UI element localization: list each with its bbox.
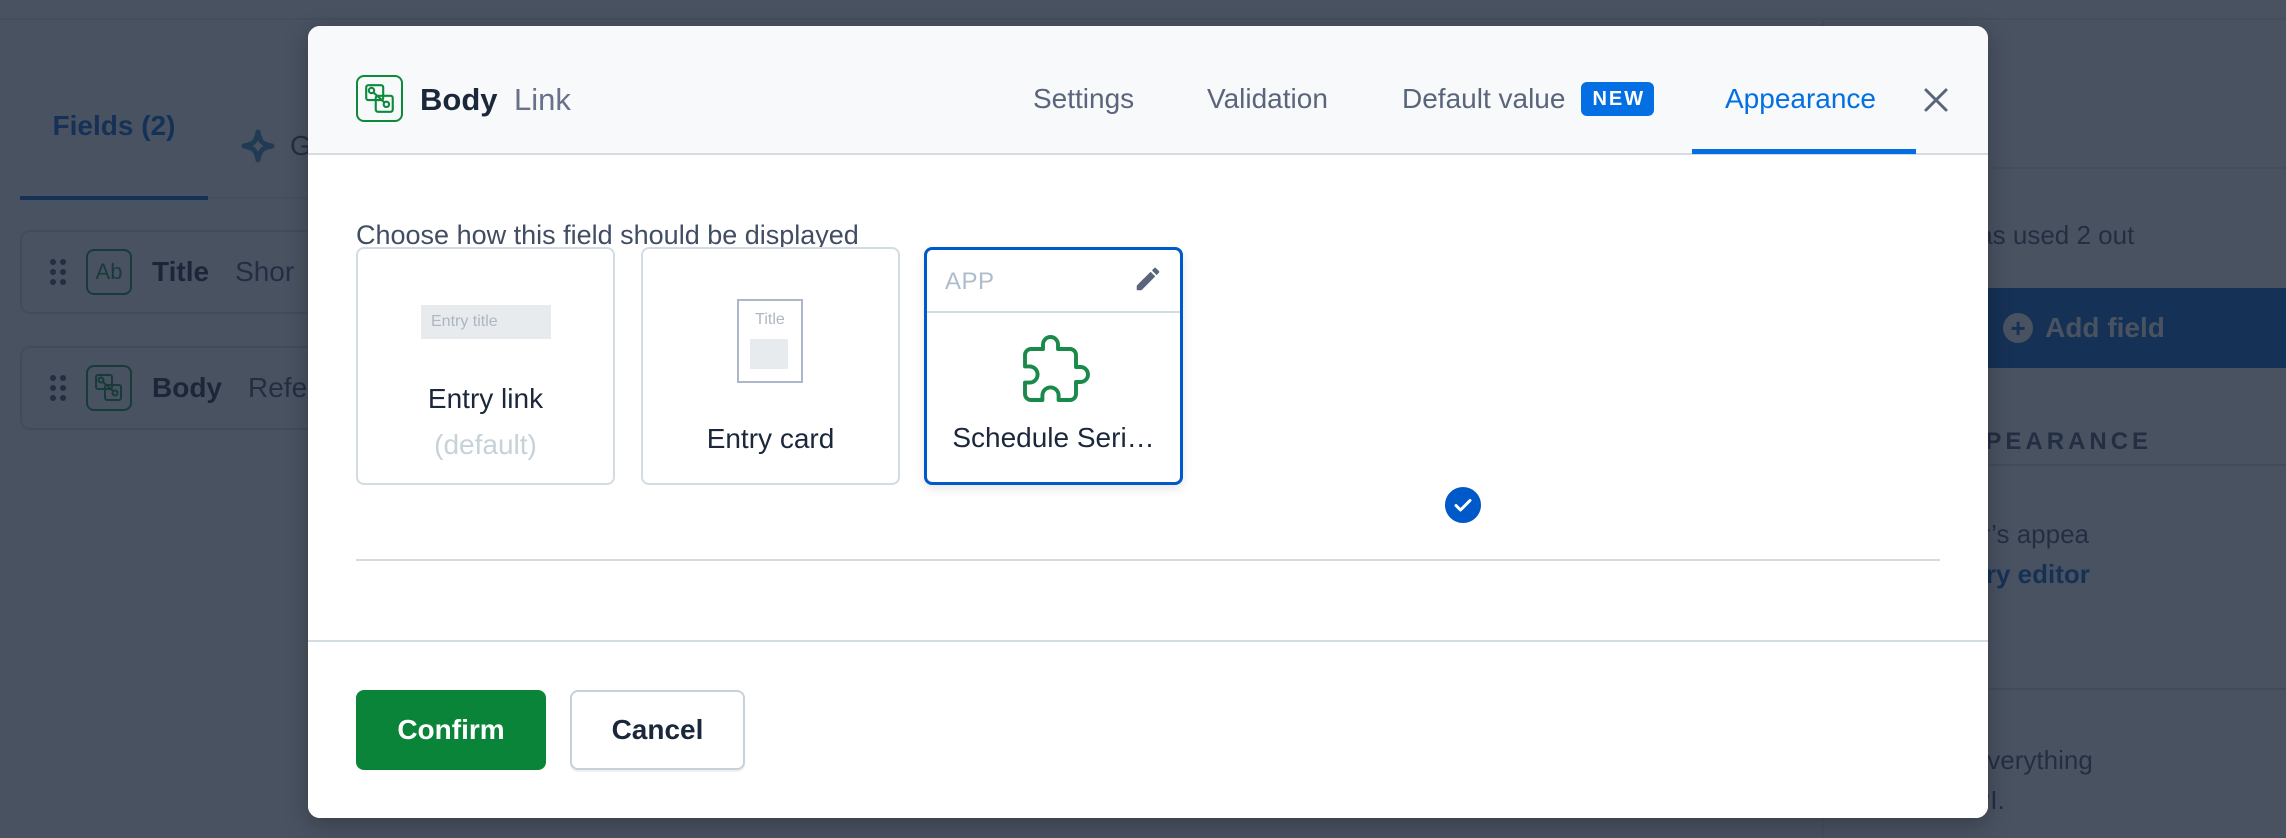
tab-default-value[interactable]: Default value NEW	[1402, 82, 1655, 116]
option-label: Schedule Seri…	[952, 422, 1155, 453]
close-icon	[1924, 88, 1948, 112]
tab-validation[interactable]: Validation	[1207, 82, 1328, 116]
entry-card-preview-image	[750, 339, 788, 369]
tab-appearance[interactable]: Appearance	[1725, 82, 1876, 116]
entry-link-preview: Entry title	[421, 305, 551, 339]
tab-default-value-label: Default value	[1402, 83, 1566, 114]
puzzle-icon	[1023, 335, 1090, 402]
modal-footer: Confirm Cancel	[308, 640, 1988, 818]
modal-body: Choose how this field should be displaye…	[308, 157, 1988, 640]
option-default-label: (default)	[434, 429, 537, 460]
option-label: Entry card	[706, 423, 835, 454]
new-badge: NEW	[1581, 82, 1655, 116]
entry-card-preview: Title	[737, 299, 803, 383]
entry-card-preview-title: Title	[755, 311, 785, 328]
option-label: Entry link	[427, 383, 544, 414]
modal-header: Body Link Settings Validation Default va…	[308, 26, 1988, 155]
appearance-option-entry-card[interactable]: Title Entry card	[641, 247, 900, 485]
cancel-button[interactable]: Cancel	[570, 690, 745, 770]
close-button[interactable]	[1918, 82, 1954, 118]
active-tab-indicator	[1692, 149, 1916, 154]
modal-tabs: Settings Validation Default value NEW Ap…	[308, 26, 1988, 155]
body-divider	[356, 559, 1940, 561]
app-option-header: APP	[927, 250, 1180, 313]
appearance-option-entry-link[interactable]: Entry title Entry link (default)	[356, 247, 615, 485]
selected-check-icon	[1442, 484, 1484, 526]
appearance-option-app[interactable]: APP Schedule Seri…	[924, 247, 1183, 485]
tab-settings[interactable]: Settings	[1033, 82, 1134, 116]
app-tag: APP	[945, 268, 995, 295]
confirm-button[interactable]: Confirm	[356, 690, 546, 770]
field-settings-modal: Body Link Settings Validation Default va…	[308, 26, 1988, 818]
pencil-icon[interactable]	[1133, 264, 1163, 294]
